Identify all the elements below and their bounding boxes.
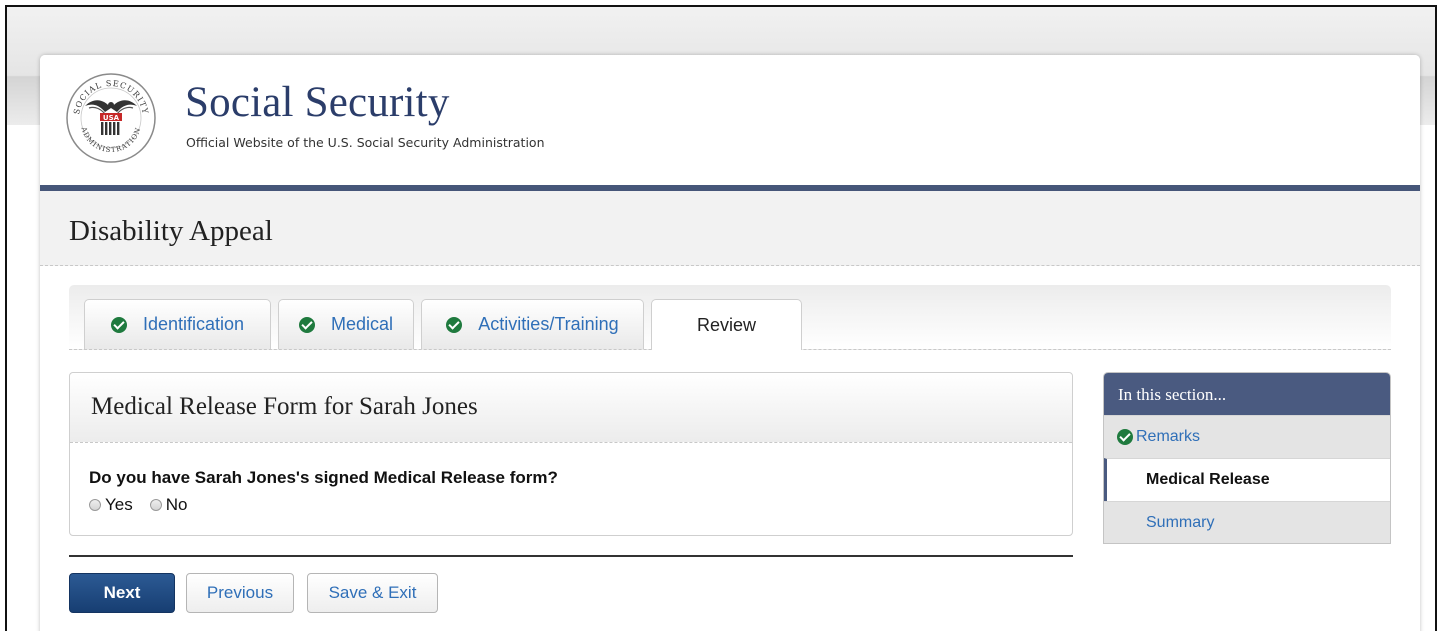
sidebar-heading: In this section... <box>1104 373 1390 415</box>
release-form-radio-group: Yes No <box>89 495 204 515</box>
radio-option-yes[interactable]: Yes <box>89 495 133 515</box>
form-header: Medical Release Form for Sarah Jones <box>70 373 1072 443</box>
save-and-exit-button[interactable]: Save & Exit <box>307 573 438 613</box>
tab-label: Medical <box>330 314 394 334</box>
tab-identification[interactable]: Identification <box>84 299 271 349</box>
radio-button[interactable] <box>149 499 162 511</box>
tab-review[interactable]: Review <box>651 299 802 350</box>
sidebar-item-remarks[interactable]: Remarks <box>1104 415 1390 458</box>
svg-text:USA: USA <box>103 114 120 122</box>
check-circle-icon <box>446 316 463 333</box>
tab-label: Activities/Training <box>478 314 619 334</box>
page-container: SOCIAL SECURITY ADMINISTRATION USA Socia… <box>40 55 1420 631</box>
site-header: SOCIAL SECURITY ADMINISTRATION USA Socia… <box>40 55 1420 185</box>
tab-bar: Identification Medical Activities/Traini… <box>69 285 1391 350</box>
release-form-question: Do you have Sarah Jones's signed Medical… <box>89 468 558 487</box>
tab-label: Review <box>696 314 757 335</box>
radio-button[interactable] <box>89 499 101 511</box>
sidebar-item-medical-release[interactable]: Medical Release <box>1104 458 1390 501</box>
site-title[interactable]: Social Security <box>185 81 450 124</box>
next-button[interactable]: Next <box>69 573 175 613</box>
page-title: Disability Appeal <box>69 215 273 247</box>
tab-label: Identification <box>142 314 245 334</box>
sidebar-item-label: Remarks <box>1136 428 1201 445</box>
ssa-seal-logo: SOCIAL SECURITY ADMINISTRATION USA <box>66 73 156 163</box>
form-divider <box>69 555 1073 557</box>
check-circle-icon <box>110 316 127 333</box>
browser-frame: SOCIAL SECURITY ADMINISTRATION USA Socia… <box>5 5 1437 631</box>
page-title-band: Disability Appeal <box>40 191 1420 266</box>
radio-label: No <box>165 495 188 514</box>
medical-release-form-panel: Medical Release Form for Sarah Jones Do … <box>69 372 1073 536</box>
tab-medical[interactable]: Medical <box>278 299 414 349</box>
check-circle-icon <box>1117 429 1133 445</box>
sidebar-item-label: Medical Release <box>1146 471 1270 488</box>
radio-option-no[interactable]: No <box>149 495 188 515</box>
check-circle-icon <box>298 316 315 333</box>
sidebar-item-summary[interactable]: Summary <box>1104 501 1390 543</box>
section-nav-sidebar: In this section... Remarks Medical Relea… <box>1103 372 1391 544</box>
previous-button[interactable]: Previous <box>186 573 294 613</box>
radio-label: Yes <box>105 495 133 514</box>
sidebar-item-label: Summary <box>1146 514 1215 531</box>
site-subtitle: Official Website of the U.S. Social Secu… <box>186 135 545 150</box>
form-title: Medical Release Form for Sarah Jones <box>91 393 478 420</box>
tab-activities-training[interactable]: Activities/Training <box>421 299 644 349</box>
